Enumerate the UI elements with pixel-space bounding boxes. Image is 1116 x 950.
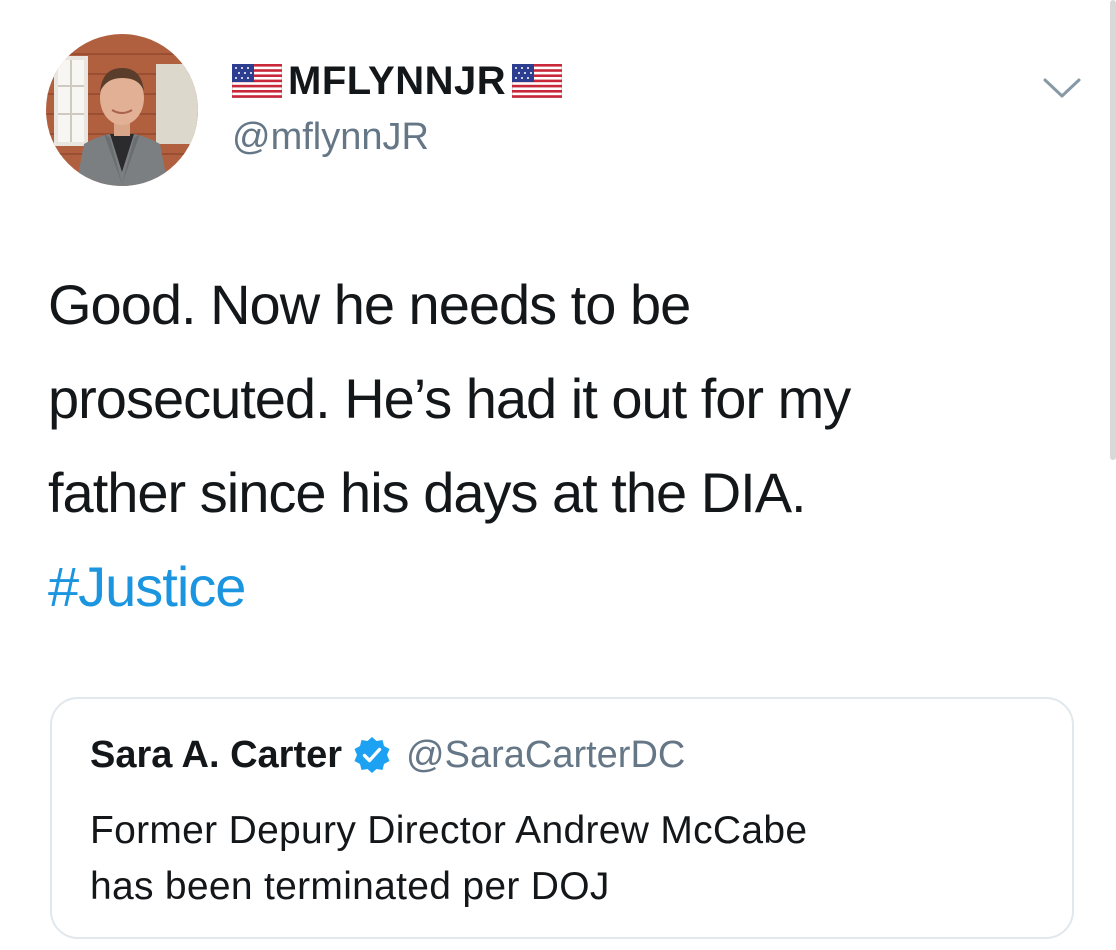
display-name-text: MFLYNNJR bbox=[288, 58, 507, 103]
tweet-text: Good. Now he needs to be prosecuted. He’… bbox=[48, 258, 1058, 634]
quoted-tweet-card[interactable]: Sara A. Carter @SaraCarterDC Former Depu… bbox=[50, 697, 1074, 939]
quoted-author-handle: @SaraCarterDC bbox=[406, 733, 686, 776]
quoted-tweet-text: Former Depury Director Andrew McCabe has… bbox=[90, 803, 1050, 915]
quoted-author-name: Sara A. Carter bbox=[90, 733, 343, 776]
display-name[interactable]: MFLYNNJR bbox=[232, 58, 563, 104]
user-handle[interactable]: @mflynnJR bbox=[232, 116, 429, 159]
quoted-tweet-header: Sara A. Carter @SaraCarterDC bbox=[90, 729, 685, 781]
scrollbar[interactable] bbox=[1110, 0, 1116, 460]
hashtag-link[interactable]: #Justice bbox=[48, 555, 246, 618]
quoted-text-line: Former Depury Director Andrew McCabe bbox=[90, 809, 808, 852]
verified-badge-icon bbox=[352, 735, 392, 775]
tweet-text-line: Good. Now he needs to be bbox=[48, 273, 691, 336]
us-flag-icon bbox=[232, 64, 282, 98]
tweet-text-line: prosecuted. He’s had it out for my bbox=[48, 367, 851, 430]
chevron-down-icon[interactable] bbox=[1042, 74, 1082, 102]
us-flag-icon bbox=[512, 64, 563, 98]
tweet-text-line: father since his days at the DIA. bbox=[48, 461, 807, 524]
quoted-text-line: has been terminated per DOJ bbox=[90, 865, 610, 908]
tweet-page: MFLYNNJR @mflynnJR Good. Now he needs to… bbox=[0, 0, 1116, 950]
avatar[interactable] bbox=[46, 34, 198, 186]
